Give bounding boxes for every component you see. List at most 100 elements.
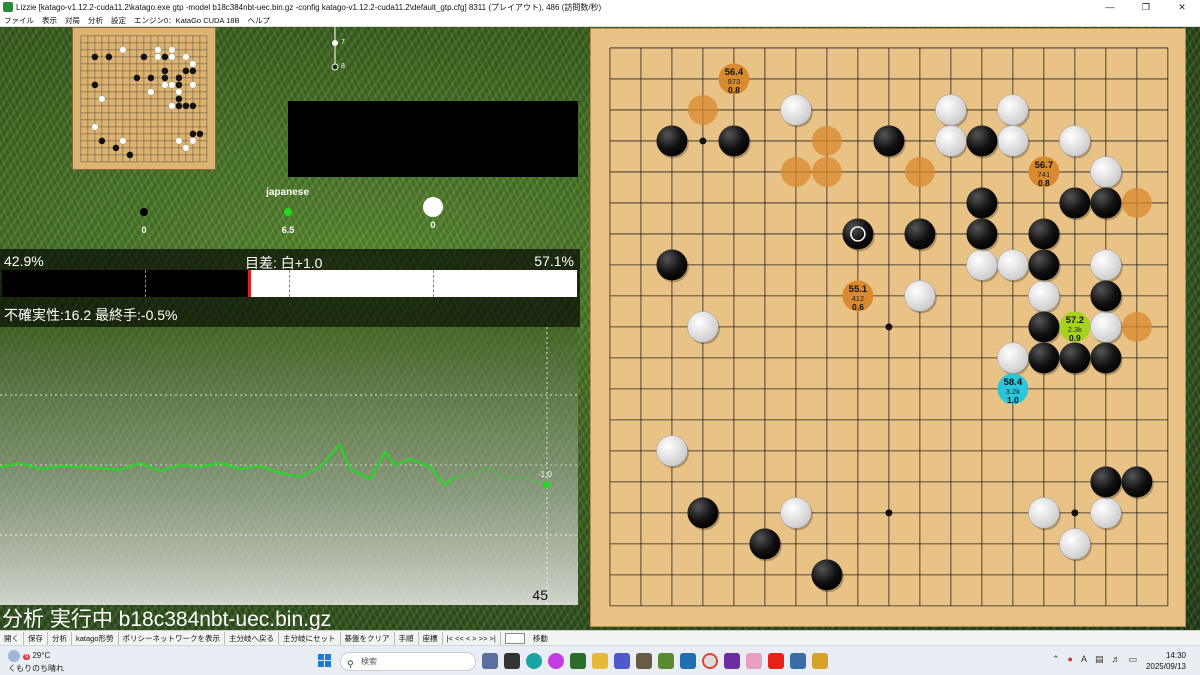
app-icon-1[interactable] <box>636 653 652 669</box>
clear-board-button[interactable]: 碁盤をクリア <box>341 631 395 645</box>
white-stone <box>997 94 1029 126</box>
edge-icon[interactable] <box>526 653 542 669</box>
komi: 6.5 <box>268 203 308 235</box>
tray-app-icon[interactable]: ● <box>1068 654 1073 665</box>
app-icon-5[interactable] <box>812 653 828 669</box>
weather-desc: くもりのち晴れ <box>8 664 64 674</box>
black-winrate: 42.9% <box>4 253 44 269</box>
white-winrate: 57.1% <box>534 253 574 269</box>
white-stone <box>656 435 688 467</box>
store-icon[interactable] <box>680 653 696 669</box>
youtube-icon[interactable] <box>768 653 784 669</box>
chrome-icon[interactable] <box>702 653 718 669</box>
ime-indicator[interactable]: A <box>1081 654 1087 665</box>
mini-black-stone <box>175 81 183 89</box>
black-stone <box>687 497 719 529</box>
weather-temp: 29°C <box>32 651 51 661</box>
variation-tree[interactable]: 7 8 <box>288 27 578 103</box>
battery-icon[interactable]: ▭ <box>1129 654 1138 665</box>
menu-view[interactable]: 表示 <box>38 15 61 26</box>
network-icon[interactable]: ▤ <box>1095 654 1104 665</box>
move-order-button[interactable]: 手順 <box>395 631 419 645</box>
mini-black-stone <box>91 81 99 89</box>
lizzie-taskbar-icon[interactable] <box>570 653 586 669</box>
menu-help[interactable]: ヘルプ <box>243 15 274 26</box>
teams-icon[interactable] <box>614 653 630 669</box>
app-icon-4[interactable] <box>790 653 806 669</box>
volume-icon[interactable]: ♬ <box>1112 654 1121 665</box>
minimize-button[interactable]: — <box>1092 0 1128 14</box>
analysis-status: 分析 実行中 b18c384nbt-uec.bin.gz <box>2 608 332 631</box>
star-point <box>1071 509 1079 517</box>
start-button[interactable] <box>318 654 332 668</box>
mini-board-svg <box>80 35 208 163</box>
weather-widget[interactable]: 9 29°C くもりのち晴れ <box>8 650 64 674</box>
white-captures-value: 0 <box>430 220 436 230</box>
winrate-graph[interactable]: -1.0 45 <box>0 327 578 605</box>
mini-black-stone <box>161 74 169 82</box>
black-stone <box>1028 249 1060 281</box>
search-placeholder: 検索 <box>361 657 377 666</box>
goto-button[interactable]: 移動 <box>529 632 552 645</box>
file-explorer-icon[interactable] <box>592 653 608 669</box>
menu-settings[interactable]: 設定 <box>107 15 130 26</box>
katago-estimate-button[interactable]: katago形勢 <box>72 631 119 645</box>
set-main-button[interactable]: 主分岐にセット <box>279 631 341 645</box>
maximize-button[interactable]: ❐ <box>1128 0 1164 14</box>
search-icon: ⚲ <box>347 659 354 669</box>
task-view-icon[interactable] <box>482 653 498 669</box>
mini-black-stone <box>105 53 113 61</box>
show-policy-button[interactable]: ポリシーネットワークを表示 <box>119 631 226 645</box>
menu-game[interactable]: 対局 <box>61 15 84 26</box>
copilot-icon[interactable] <box>548 653 564 669</box>
mini-white-stone <box>98 95 106 103</box>
white-stone <box>935 94 967 126</box>
back-to-main-button[interactable]: 主分岐へ戻る <box>225 631 280 645</box>
tray-chevron-icon[interactable]: ⌃ <box>1052 654 1060 665</box>
komi-dot-icon <box>284 208 292 216</box>
close-button[interactable]: ✕ <box>1164 0 1200 14</box>
mini-black-stone <box>161 53 169 61</box>
menu-engine[interactable]: エンジン0：KataGo CUDA 18B <box>130 15 243 26</box>
mini-white-stone <box>154 53 162 61</box>
white-stone <box>1090 497 1122 529</box>
menu-analysis[interactable]: 分析 <box>84 15 107 26</box>
black-stone <box>656 125 688 157</box>
mini-black-stone <box>175 74 183 82</box>
taskbar-apps <box>482 653 828 669</box>
left-panel: 7 8 japanese 0 6.5 0 42.9% 目差: 白+1.0 57. <box>0 27 580 631</box>
candidate-score: 0.8 <box>1038 178 1050 188</box>
black-stone <box>966 125 998 157</box>
open-button[interactable]: 開く <box>0 631 24 645</box>
tree-node-8[interactable]: 8 <box>341 63 345 70</box>
app-icon-3[interactable] <box>746 653 762 669</box>
app-icon-2[interactable] <box>724 653 740 669</box>
move-number-input[interactable] <box>504 632 525 644</box>
black-stone <box>1028 311 1060 343</box>
taskbar-search[interactable]: ⚲ 検索 <box>340 652 476 671</box>
save-button[interactable]: 保存 <box>24 631 48 645</box>
widgets-icon[interactable] <box>504 653 520 669</box>
navigation-buttons[interactable]: |< << < > >> >| <box>443 631 501 645</box>
minecraft-icon[interactable] <box>658 653 674 669</box>
taskbar-clock[interactable]: 14:30 2025/09/13 <box>1146 650 1186 672</box>
candidate-move <box>811 156 842 187</box>
go-board[interactable]: 56.4 973 0.8 56.7 741 0.8 55.1 412 0.6 57.2 2.3k 0.… <box>590 28 1186 627</box>
white-stone <box>780 94 812 126</box>
mini-white-stone <box>168 81 176 89</box>
tree-node-7[interactable]: 7 <box>341 39 345 46</box>
coordinates-button[interactable]: 座標 <box>419 631 443 645</box>
mini-board-preview[interactable] <box>72 27 216 170</box>
winrate-tick-25 <box>145 270 146 297</box>
black-stone <box>1028 218 1060 250</box>
weather-badge: 9 <box>23 654 31 661</box>
candidate-move <box>687 94 718 125</box>
mini-white-stone <box>182 144 190 152</box>
mini-black-stone <box>98 137 106 145</box>
mini-black-stone <box>189 67 197 75</box>
winrate-graph-svg: -1.0 <box>0 327 578 605</box>
analyze-button[interactable]: 分析 <box>48 631 72 645</box>
star-point <box>885 509 893 517</box>
winrate-bar <box>2 270 577 297</box>
menu-file[interactable]: ファイル <box>0 15 38 26</box>
